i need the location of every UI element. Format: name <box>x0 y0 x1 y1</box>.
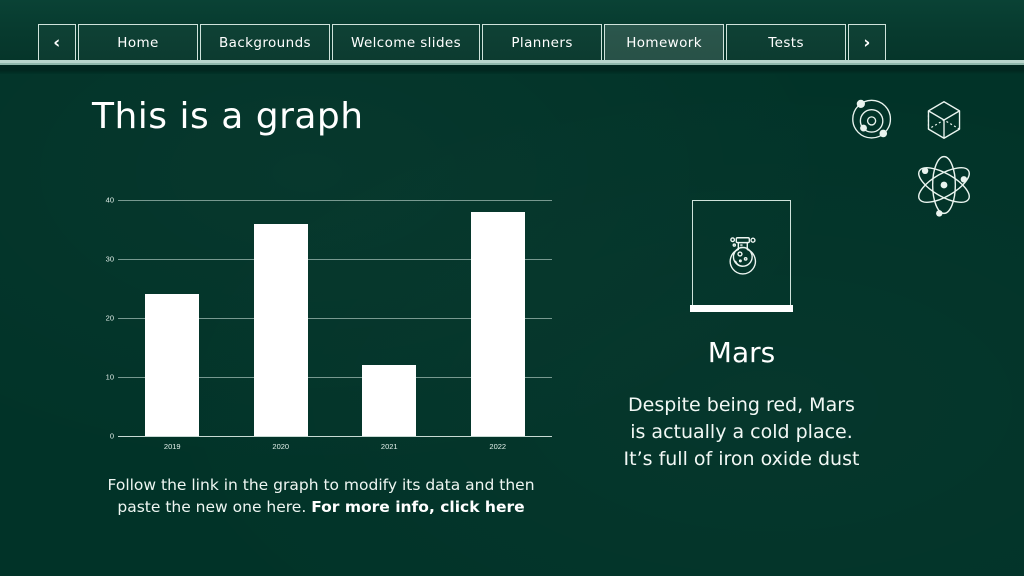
chevron-right-icon: › <box>863 33 871 53</box>
wireframe-cube-icon <box>927 101 961 139</box>
x-axis-tick-label: 2020 <box>272 442 290 451</box>
description-line-1: Despite being red, Mars <box>628 394 855 416</box>
chart-y-axis: 0 10 20 30 40 <box>92 196 114 441</box>
tab-home[interactable]: Home <box>78 24 198 62</box>
caption-link[interactable]: For more info, click here <box>311 498 524 516</box>
nav-prev-button[interactable]: ‹ <box>38 24 76 62</box>
nav-button-strip: ‹ Home Backgrounds Welcome slides Planners H… <box>38 24 887 62</box>
chart-bar <box>145 294 200 436</box>
tab-homework[interactable]: Homework <box>604 24 725 62</box>
nav-next-button[interactable]: › <box>848 24 887 62</box>
planet-card-frame <box>692 200 791 308</box>
chart-plot-area <box>118 200 552 437</box>
tab-label: Welcome slides <box>350 35 462 51</box>
chart-gridline <box>118 200 552 201</box>
tab-label: Homework <box>626 35 702 51</box>
y-axis-tick-label: 30 <box>105 254 114 264</box>
chart-x-axis: 2019 2020 2021 2022 <box>118 442 552 456</box>
top-navigation-bar: ‹ Home Backgrounds Welcome slides Planners H… <box>0 0 1024 62</box>
tab-backgrounds[interactable]: Backgrounds <box>200 24 330 62</box>
y-axis-tick-label: 10 <box>105 372 114 382</box>
chevron-left-icon: ‹ <box>53 33 61 53</box>
planet-card-base-bar <box>690 305 793 312</box>
planet-title: Mars <box>707 336 776 369</box>
page-title: This is a graph <box>92 96 364 137</box>
chart-caption: Follow the link in the graph to modify i… <box>92 474 550 518</box>
slide-canvas: ‹ Home Backgrounds Welcome slides Planners H… <box>0 0 1024 576</box>
topbar-shadow-band <box>0 65 1024 74</box>
flask-icon <box>729 237 756 275</box>
electron-orbit-icon <box>852 99 892 139</box>
atom-icon <box>918 155 970 217</box>
tab-label: Backgrounds <box>219 35 311 51</box>
tab-label: Planners <box>511 35 573 51</box>
y-axis-tick-label: 0 <box>109 431 114 441</box>
tab-tests[interactable]: Tests <box>726 24 847 62</box>
tab-planners[interactable]: Planners <box>482 24 603 62</box>
y-axis-tick-label: 20 <box>105 313 114 323</box>
x-axis-tick-label: 2021 <box>380 442 398 451</box>
caption-line-2: paste the new one here. <box>117 498 312 516</box>
tab-label: Tests <box>768 35 804 51</box>
x-axis-tick-label: 2019 <box>163 442 181 451</box>
caption-line-1: Follow the link in the graph to modify i… <box>107 476 535 494</box>
y-axis-tick-label: 40 <box>105 195 114 205</box>
tab-label: Home <box>117 35 159 51</box>
tab-list: Home Backgrounds Welcome slides Planners Hom… <box>78 24 847 62</box>
planet-description: Despite being red, Mars is actually a co… <box>580 392 903 473</box>
chart-bar <box>470 211 525 436</box>
bar-chart[interactable]: 0 10 20 30 40 2019 2020 2021 2022 <box>92 190 552 460</box>
description-line-3: It’s full of iron oxide dust <box>623 447 860 470</box>
chart-gridline <box>118 436 552 437</box>
chart-bar <box>362 365 417 436</box>
chart-bar <box>253 223 308 436</box>
tab-welcome-slides[interactable]: Welcome slides <box>331 24 481 62</box>
x-axis-tick-label: 2022 <box>489 442 507 451</box>
description-line-2: is actually a cold place. <box>630 420 853 443</box>
